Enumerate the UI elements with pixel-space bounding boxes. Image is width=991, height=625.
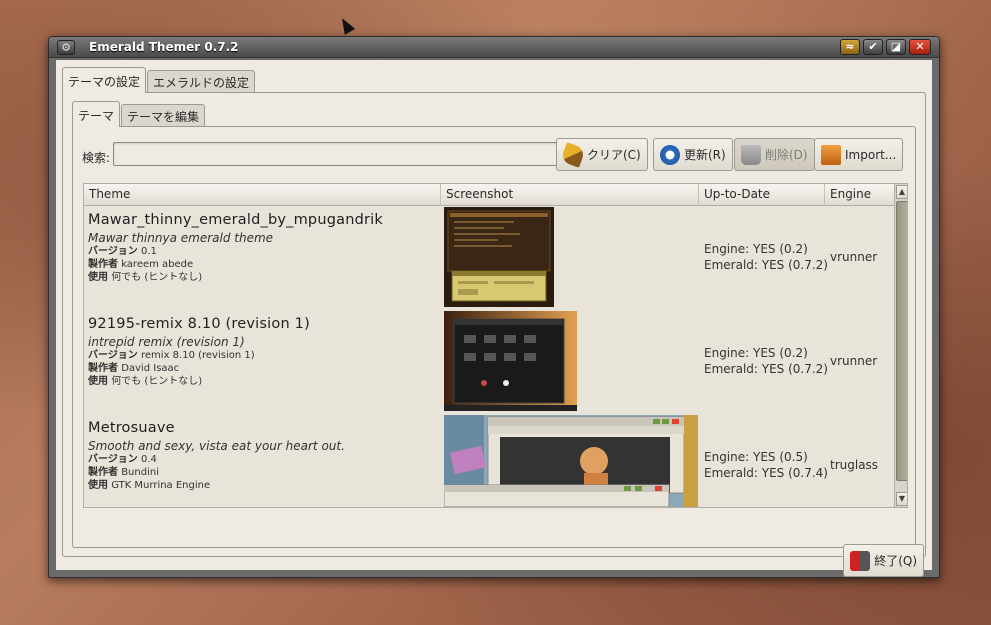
emerald-status: Emerald: YES (0.7.2) bbox=[704, 258, 828, 272]
update-button[interactable]: 更新(R) bbox=[653, 138, 733, 171]
theme-version: remix 8.10 (revision 1) bbox=[141, 350, 255, 361]
window-client-area: テーマの設定 エメラルドの設定 テーマ テーマを編集 検索: クリア(C) 更新… bbox=[56, 60, 932, 577]
engine-status: Engine: YES (0.5) bbox=[704, 450, 808, 464]
scroll-down-button[interactable]: ▼ bbox=[896, 492, 907, 506]
usage-label: 使用 bbox=[88, 376, 108, 387]
author-label: 製作者 bbox=[88, 259, 118, 270]
theme-settings-pane: テーマ テーマを編集 検索: クリア(C) 更新(R) 削除(D) Import… bbox=[62, 92, 926, 557]
theme-info-cell: Metrosuave Smooth and sexy, vista eat yo… bbox=[88, 415, 438, 492]
theme-author: kareem abede bbox=[121, 259, 194, 270]
theme-author: Bundini bbox=[121, 467, 159, 478]
table-row[interactable]: Mawar_thinny_emerald_by_mpugandrik Mawar… bbox=[84, 207, 894, 311]
scroll-up-button[interactable]: ▲ bbox=[896, 185, 907, 199]
mouse-cursor bbox=[336, 15, 356, 35]
tab-emerald-settings[interactable]: エメラルドの設定 bbox=[147, 70, 256, 93]
roll-up-button[interactable]: ≈ bbox=[840, 39, 860, 55]
theme-info-cell: 92195-remix 8.10 (revision 1) intrepid r… bbox=[88, 311, 438, 388]
author-label: 製作者 bbox=[88, 467, 118, 478]
themes-pane: 検索: クリア(C) 更新(R) 削除(D) Import... Theme S… bbox=[72, 126, 916, 548]
column-header-engine[interactable]: Engine bbox=[825, 184, 894, 206]
maximize-button[interactable]: ✔ bbox=[863, 39, 883, 55]
engine-name: vrunner bbox=[830, 354, 878, 368]
theme-description: Mawar thinnya emerald theme bbox=[88, 231, 274, 245]
engine-status: Engine: YES (0.2) bbox=[704, 242, 808, 256]
theme-author: David Isaac bbox=[121, 363, 180, 374]
theme-name: 92195-remix 8.10 (revision 1) bbox=[88, 316, 310, 332]
delete-button-label: 削除(D) bbox=[765, 148, 808, 162]
theme-list-table: Theme Screenshot Up-to-Date Engine Mawar… bbox=[83, 183, 908, 508]
theme-description: intrepid remix (revision 1) bbox=[88, 335, 245, 349]
column-header-theme[interactable]: Theme bbox=[84, 184, 441, 206]
theme-info-cell: Mawar_thinny_emerald_by_mpugandrik Mawar… bbox=[88, 207, 438, 284]
version-label: バージョン bbox=[88, 246, 138, 257]
theme-description: Smooth and sexy, vista eat your heart ou… bbox=[88, 439, 345, 453]
version-label: バージョン bbox=[88, 454, 138, 465]
theme-version: 0.1 bbox=[141, 246, 157, 257]
inner-tab-bar: テーマ テーマを編集 bbox=[72, 101, 206, 127]
version-label: バージョン bbox=[88, 350, 138, 361]
broom-icon bbox=[560, 141, 586, 168]
usage-label: 使用 bbox=[88, 480, 108, 491]
theme-version: 0.4 bbox=[141, 454, 157, 465]
emerald-status: Emerald: YES (0.7.4) bbox=[704, 466, 828, 480]
import-icon bbox=[821, 144, 841, 165]
theme-usage: 何でも (ヒントなし) bbox=[111, 272, 203, 283]
theme-usage: 何でも (ヒントなし) bbox=[111, 376, 203, 387]
usage-label: 使用 bbox=[88, 272, 108, 283]
import-button-label: Import... bbox=[845, 147, 897, 162]
engine-name: truglass bbox=[830, 458, 879, 472]
up-to-date-cell: Engine: YES (0.5) Emerald: YES (0.7.4) bbox=[704, 449, 828, 481]
table-header: Theme Screenshot Up-to-Date Engine bbox=[84, 184, 894, 206]
scrollbar-thumb[interactable] bbox=[896, 201, 907, 481]
quit-button[interactable]: 終了(Q) bbox=[843, 544, 924, 577]
import-button[interactable]: Import... bbox=[814, 138, 904, 171]
table-row[interactable]: Metrosuave Smooth and sexy, vista eat yo… bbox=[84, 415, 894, 507]
window-menu-icon[interactable]: ⚙ bbox=[57, 40, 75, 55]
delete-button[interactable]: 削除(D) bbox=[734, 138, 815, 171]
theme-screenshot bbox=[444, 415, 698, 507]
clear-button-label: クリア(C) bbox=[587, 148, 641, 162]
search-input[interactable] bbox=[113, 142, 562, 166]
theme-name: Mawar_thinny_emerald_by_mpugandrik bbox=[88, 212, 383, 228]
search-label: 検索: bbox=[82, 151, 111, 165]
trash-icon bbox=[741, 144, 761, 165]
engine-status: Engine: YES (0.2) bbox=[704, 346, 808, 360]
update-button-label: 更新(R) bbox=[684, 148, 726, 162]
tab-edit-theme[interactable]: テーマを編集 bbox=[121, 104, 206, 127]
theme-screenshot bbox=[444, 207, 554, 307]
clear-button[interactable]: クリア(C) bbox=[556, 138, 648, 171]
up-to-date-cell: Engine: YES (0.2) Emerald: YES (0.7.2) bbox=[704, 345, 828, 377]
exit-icon bbox=[850, 550, 871, 571]
emerald-status: Emerald: YES (0.7.2) bbox=[704, 362, 828, 376]
column-header-screenshot[interactable]: Screenshot bbox=[441, 184, 699, 206]
outer-tab-bar: テーマの設定 エメラルドの設定 bbox=[62, 67, 256, 93]
up-to-date-cell: Engine: YES (0.2) Emerald: YES (0.7.2) bbox=[704, 241, 828, 273]
vertical-scrollbar[interactable]: ▲ ▼ bbox=[894, 184, 907, 507]
tab-theme-settings[interactable]: テーマの設定 bbox=[62, 67, 147, 93]
window-title: Emerald Themer 0.7.2 bbox=[89, 40, 239, 54]
titlebar[interactable]: ⚙ Emerald Themer 0.7.2 ≈ ✔ ◪ ✕ bbox=[49, 37, 939, 58]
close-button[interactable]: ✕ bbox=[909, 39, 931, 55]
quit-button-label: 終了(Q) bbox=[874, 554, 917, 568]
theme-screenshot bbox=[444, 311, 577, 411]
engine-name: vrunner bbox=[830, 250, 878, 264]
refresh-icon bbox=[660, 144, 680, 165]
table-row[interactable]: 92195-remix 8.10 (revision 1) intrepid r… bbox=[84, 311, 894, 415]
author-label: 製作者 bbox=[88, 363, 118, 374]
tab-themes[interactable]: テーマ bbox=[72, 101, 121, 127]
minimize-button[interactable]: ◪ bbox=[886, 39, 906, 55]
emerald-themer-window: ⚙ Emerald Themer 0.7.2 ≈ ✔ ◪ ✕ テーマの設定 エメ… bbox=[48, 36, 940, 578]
theme-usage: GTK Murrina Engine bbox=[111, 480, 211, 491]
column-header-up-to-date[interactable]: Up-to-Date bbox=[699, 184, 825, 206]
theme-name: Metrosuave bbox=[88, 420, 175, 436]
